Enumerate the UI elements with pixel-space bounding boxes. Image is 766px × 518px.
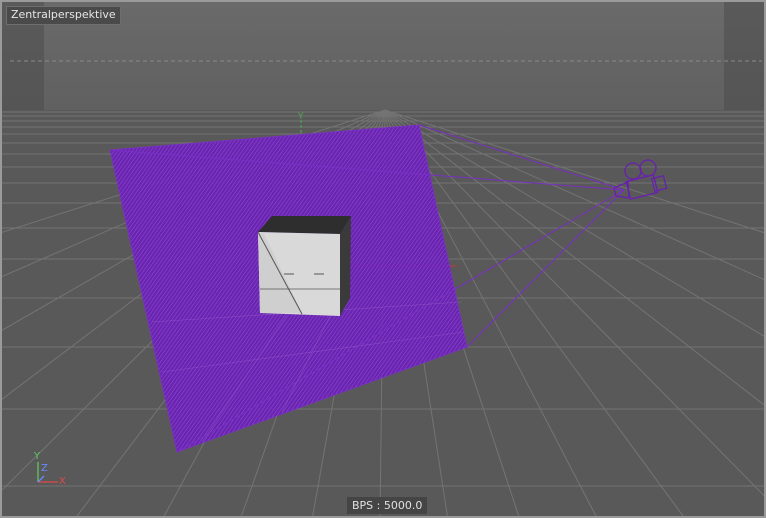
- viewport-perspective[interactable]: Y Zentralperspektive Y Z X BPS: 5000.0: [0, 0, 766, 518]
- cube-top-face: [258, 216, 351, 234]
- axis-gizmo: Y Z X: [30, 450, 74, 494]
- cube-object[interactable]: [257, 216, 351, 316]
- axis-y-label: Y: [34, 451, 41, 462]
- viewport-title-label[interactable]: Zentralperspektive: [6, 6, 121, 25]
- bps-readout: BPS : 5000.0: [347, 497, 428, 514]
- scene-canvas[interactable]: Y: [2, 2, 766, 518]
- world-axis-y-marker: Y: [297, 112, 304, 122]
- axis-z-label: Z: [41, 463, 48, 474]
- axis-x-label: X: [59, 476, 66, 487]
